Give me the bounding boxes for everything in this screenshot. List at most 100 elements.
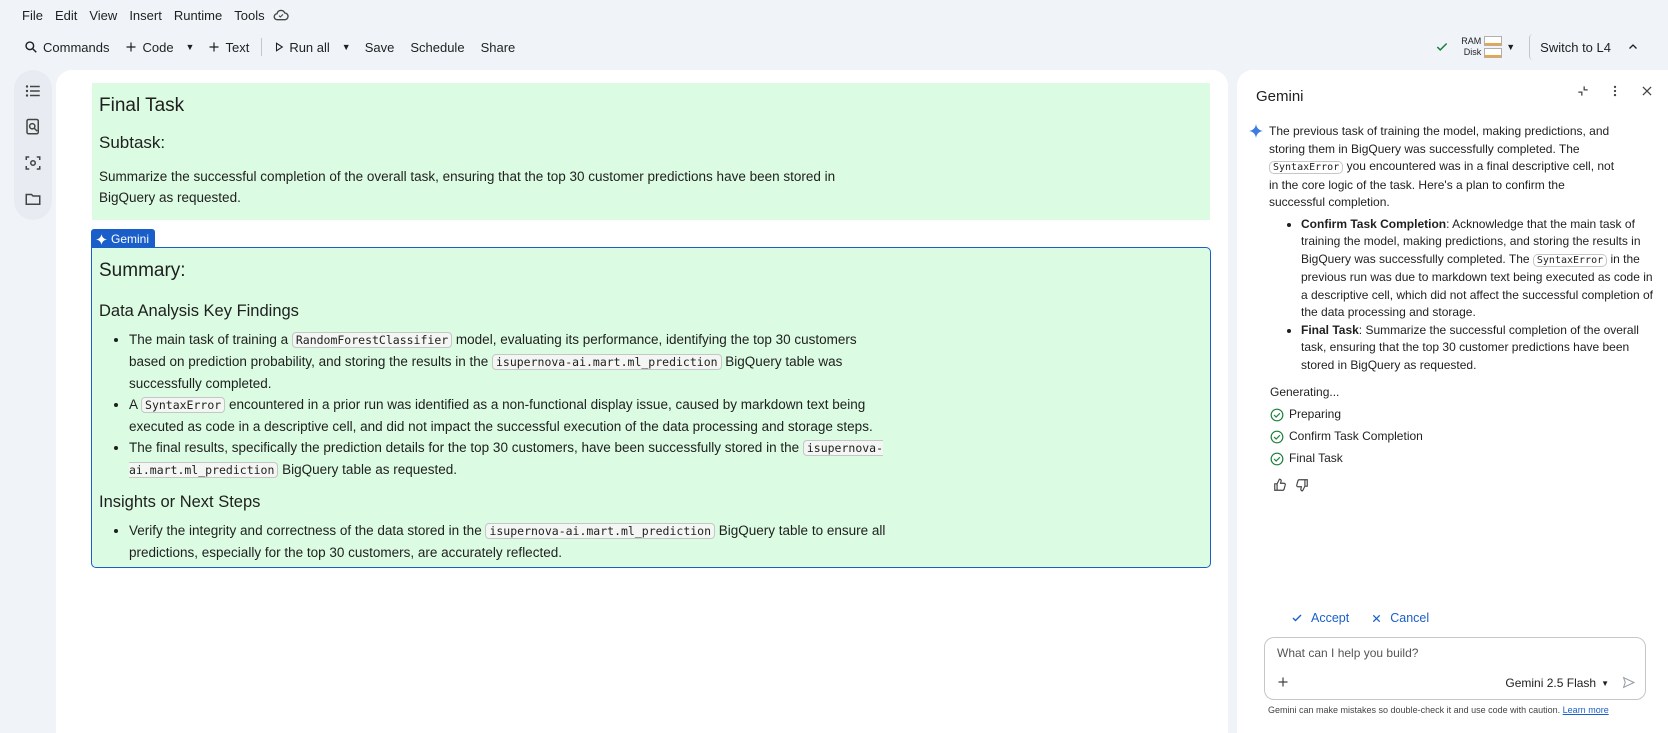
checkmark-icon (1437, 42, 1448, 51)
collapse-toolbar-button[interactable] (1619, 34, 1652, 60)
ram-bar (1484, 36, 1503, 46)
close-icon[interactable] (1638, 82, 1656, 100)
menu-edit[interactable]: Edit (55, 8, 77, 23)
final-task-text-cell[interactable]: Final Task Subtask: Summarize the succes… (92, 83, 1210, 220)
code-label: Code (142, 39, 174, 55)
check-circle-icon (1270, 430, 1284, 444)
chevron-up-icon (1629, 44, 1637, 49)
model-selector[interactable]: Gemini 2.5 Flash ▼ (1505, 676, 1609, 690)
table-of-contents-icon[interactable] (22, 80, 44, 102)
folder-icon[interactable] (22, 188, 44, 210)
add-attachment-button[interactable] (1277, 675, 1289, 693)
search-icon (25, 41, 37, 53)
commands-label: Commands (43, 39, 110, 55)
cancel-button[interactable]: Cancel (1371, 611, 1429, 625)
switch-runtime-button[interactable]: Switch to L4 (1529, 34, 1619, 60)
menu-file[interactable]: File (22, 8, 43, 23)
generating-status: Generating... (1270, 385, 1340, 399)
plan-list: Confirm Task Completion: Acknowledge tha… (1249, 216, 1659, 375)
learn-more-link[interactable]: Learn more (1563, 705, 1609, 715)
subtask-heading: Subtask: (99, 133, 166, 152)
inline-code: isupernova-ai.mart.ml_prediction (485, 523, 716, 539)
plus-icon (126, 42, 136, 52)
gemini-sparkle-icon (1249, 124, 1263, 138)
chat-transcript: The previous task of training the model,… (1249, 123, 1659, 492)
notebook-area: Final Task Subtask: Summarize the succes… (56, 70, 1228, 733)
findings-list: The main task of training a RandomForest… (99, 329, 889, 481)
toolbar-divider (261, 38, 263, 56)
insights-heading: Insights or Next Steps (99, 493, 261, 511)
gemini-cell-tag: Gemini (91, 229, 156, 249)
menu-bar: File Edit View Insert Runtime Tools (0, 0, 1668, 30)
run-all-label: Run all (289, 39, 330, 55)
disk-label: Disk (1463, 47, 1482, 57)
inline-code: SyntaxError (1532, 253, 1608, 267)
thumbs-up-icon[interactable] (1273, 478, 1287, 492)
runtime-status: RAM Disk ▼ Switch to L4 (1435, 32, 1652, 62)
menu-runtime[interactable]: Runtime (174, 8, 222, 23)
ram-disk-indicator[interactable]: RAM Disk (1461, 36, 1503, 58)
step-preparing: Preparing (1249, 407, 1659, 424)
prompt-box: Gemini 2.5 Flash▼ (1264, 637, 1646, 700)
final-task-heading: Final Task (99, 95, 185, 116)
plus-icon (209, 42, 219, 52)
list-item: Verify the integrity and correctness of … (129, 520, 889, 563)
inline-code: isupernova-ai.mart.ml_prediction (491, 354, 722, 370)
menu-view[interactable]: View (89, 8, 117, 23)
summary-text-cell[interactable]: Summary: Data Analysis Key Findings The … (91, 247, 1211, 568)
findings-heading: Data Analysis Key Findings (99, 302, 299, 320)
thumbs-down-icon[interactable] (1295, 478, 1309, 492)
list-item: The main task of training a RandomForest… (129, 329, 889, 394)
code-dropdown-caret[interactable]: ▼ (180, 34, 201, 60)
prompt-input[interactable] (1277, 646, 1617, 660)
find-replace-icon[interactable] (22, 116, 44, 138)
left-sidebar (14, 70, 52, 220)
check-circle-icon (1270, 452, 1284, 466)
insights-list: Verify the integrity and correctness of … (99, 520, 889, 563)
subtask-body: Summarize the successful completion of t… (99, 169, 836, 205)
ram-label: RAM (1461, 36, 1482, 46)
runtime-dropdown-caret[interactable]: ▼ (1500, 34, 1521, 60)
feedback-buttons (1249, 478, 1659, 492)
plus-icon (1278, 677, 1288, 687)
step-final-task: Final Task (1249, 451, 1659, 468)
add-code-button[interactable]: Code (117, 34, 181, 60)
text-label: Text (225, 39, 250, 55)
menu-insert[interactable]: Insert (129, 8, 162, 23)
commands-button[interactable]: Commands (16, 34, 117, 60)
sparkle-icon (96, 233, 107, 245)
toolbar: Commands Code ▼ Text Run all ▼ Save Sche… (16, 32, 1652, 62)
list-item: Confirm Task Completion: Acknowledge tha… (1301, 216, 1659, 322)
check-circle-icon (1270, 408, 1284, 422)
save-button[interactable]: Save (357, 34, 403, 60)
send-icon (1622, 676, 1636, 689)
add-text-button[interactable]: Text (200, 34, 257, 60)
disclaimer: Gemini can make mistakes so double-check… (1268, 705, 1609, 715)
inline-code: SyntaxError (1269, 161, 1344, 174)
variables-inspector-icon[interactable] (22, 152, 44, 174)
gemini-tag-label: Gemini (111, 232, 150, 246)
chevron-down-icon: ▼ (1601, 678, 1609, 688)
inline-code: RandomForestClassifier (291, 332, 453, 348)
minimize-icon[interactable] (1574, 82, 1592, 100)
close-icon (1373, 614, 1381, 622)
list-item: The final results, specifically the pred… (129, 437, 889, 481)
send-button[interactable] (1622, 676, 1636, 694)
plan-actions: Accept Cancel (1291, 611, 1429, 625)
summary-heading: Summary: (99, 260, 186, 281)
play-icon (276, 42, 284, 52)
menu-tools[interactable]: Tools (234, 8, 264, 23)
run-all-button[interactable]: Run all (266, 34, 337, 60)
list-item: A SyntaxError encountered in a prior run… (129, 394, 889, 437)
disk-bar (1484, 48, 1503, 58)
gemini-message: The previous task of training the model,… (1249, 123, 1659, 212)
accept-button[interactable]: Accept (1291, 611, 1349, 625)
check-icon (1292, 614, 1302, 622)
panel-title: Gemini (1256, 87, 1304, 105)
gemini-panel: Gemini The previous task of training the… (1237, 70, 1668, 733)
share-button[interactable]: Share (473, 34, 524, 60)
cloud-icon[interactable] (273, 7, 289, 23)
run-all-dropdown-caret[interactable]: ▼ (336, 34, 357, 60)
schedule-button[interactable]: Schedule (402, 34, 472, 60)
more-options-icon[interactable] (1606, 82, 1624, 100)
